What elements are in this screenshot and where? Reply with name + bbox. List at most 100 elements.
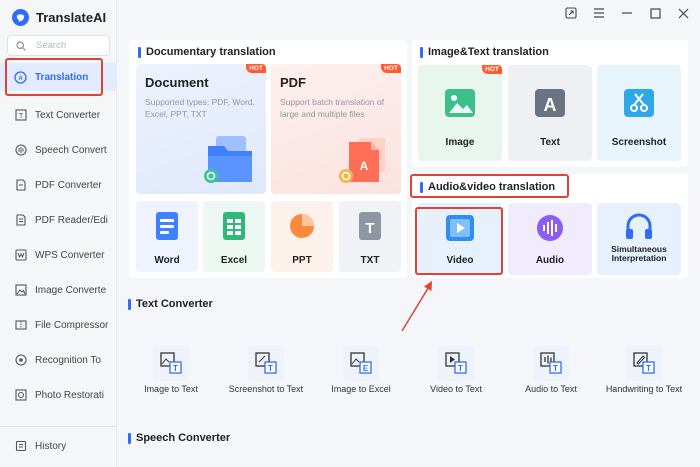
pdf-card[interactable]: HOT PDF Support batch translation of lar… [271, 64, 401, 194]
sidebar-item-label: History [35, 440, 67, 452]
screenshot-card[interactable]: Screenshot [597, 65, 681, 161]
app-title: TranslateAI [36, 9, 107, 25]
maximize-icon[interactable] [648, 6, 662, 20]
card-label: TXT [360, 255, 380, 266]
section-title: Documentary translation [138, 46, 276, 58]
tool-image-to-excel[interactable]: E Image to Excel [321, 345, 401, 395]
section-title: Speech Converter [128, 432, 230, 444]
image-to-text-icon: T [153, 345, 189, 381]
sidebar-item-label: Speech Convert [35, 144, 107, 156]
svg-text:T: T [173, 364, 178, 373]
word-card[interactable]: Word [136, 201, 198, 272]
sidebar-item-label: WPS Converter [35, 249, 105, 261]
card-label: PPT [292, 255, 312, 266]
text-card-icon: A [535, 89, 565, 117]
window-controls [564, 6, 690, 20]
tool-label: Image to Text [144, 384, 198, 394]
sidebar-item-label: PDF Reader/Edi [35, 214, 108, 226]
highlight-box [415, 207, 503, 275]
tool-label: Image to Excel [331, 384, 391, 394]
card-label: Image [445, 137, 475, 148]
card-label: Word [154, 255, 180, 266]
document-desc: Supported types: PDF, Word, Excel, PPT, … [145, 97, 255, 119]
compress-icon [14, 319, 27, 332]
svg-text:T: T [365, 220, 374, 237]
image-to-excel-icon: E [343, 345, 379, 381]
speech-icon [14, 144, 27, 157]
text-card[interactable]: A Text [508, 65, 592, 161]
pdf-icon [14, 179, 27, 192]
menu-icon[interactable] [592, 6, 606, 20]
tool-label: Audio to Text [525, 384, 577, 394]
close-icon[interactable] [676, 6, 690, 20]
audio-card[interactable]: Audio [508, 203, 592, 275]
sidebar-item-text-converter[interactable]: T Text Converter [0, 101, 117, 129]
card-label: Audio [535, 255, 565, 266]
document-title: Document [145, 75, 209, 90]
section-title: Text Converter [128, 298, 213, 310]
excel-card[interactable]: Excel [203, 201, 265, 272]
pdf-reader-icon [14, 214, 27, 227]
tool-image-to-text[interactable]: T Image to Text [131, 345, 211, 395]
svg-text:T: T [553, 364, 558, 373]
image-card-icon [445, 89, 475, 117]
tool-audio-to-text[interactable]: T Audio to Text [511, 345, 591, 395]
hot-badge: HOT [381, 64, 401, 73]
minimize-icon[interactable] [620, 6, 634, 20]
pdf-desc: Support batch translation of large and m… [280, 97, 384, 119]
audio-icon [537, 215, 563, 241]
sidebar-item-photo-restoration[interactable]: Photo Restorati [0, 381, 117, 409]
svg-text:T: T [458, 364, 463, 373]
video-to-text-icon: T [438, 345, 474, 381]
svg-text:E: E [363, 364, 369, 373]
sidebar-item-label: PDF Converter [35, 179, 102, 191]
svg-text:T: T [268, 364, 273, 373]
card-label: Simultaneous Interpretation [611, 244, 667, 263]
history-icon [14, 440, 27, 453]
hot-badge: HOT [246, 64, 266, 73]
photo-icon [14, 389, 27, 402]
image-card[interactable]: HOT Image [418, 65, 502, 161]
sidebar-item-pdf-reader[interactable]: PDF Reader/Edi [0, 206, 117, 234]
text-converter-icon: T [14, 109, 27, 122]
handwriting-to-text-icon: T [626, 345, 662, 381]
ppt-icon [290, 214, 314, 238]
pdf-title: PDF [280, 75, 306, 90]
document-card[interactable]: HOT Document Supported types: PDF, Word,… [136, 64, 266, 194]
svg-text:A: A [544, 95, 557, 115]
sidebar-item-label: Photo Restorati [35, 389, 104, 401]
txt-icon: T [359, 212, 381, 240]
sidebar-item-speech-convert[interactable]: Speech Convert [0, 136, 117, 164]
sidebar-item-file-compressor[interactable]: File Compressor [0, 311, 117, 339]
screenshot-icon [624, 89, 654, 117]
image-icon [14, 284, 27, 297]
simultaneous-card[interactable]: Simultaneous Interpretation [597, 203, 681, 275]
card-label: Excel [220, 255, 248, 266]
pin-icon[interactable] [564, 6, 578, 20]
sidebar-item-image-converter[interactable]: Image Converte [0, 276, 117, 304]
sidebar-item-pdf-converter[interactable]: PDF Converter [0, 171, 117, 199]
word-icon [156, 212, 178, 240]
sidebar-item-wps-converter[interactable]: WPS Converter [0, 241, 117, 269]
sidebar-item-recognition[interactable]: Recognition To [0, 346, 117, 374]
highlight-box [5, 58, 103, 96]
sidebar-item-label: Recognition To [35, 354, 101, 366]
tool-label: Handwriting to Text [605, 384, 683, 394]
tool-video-to-text[interactable]: T Video to Text [416, 345, 496, 395]
tool-handwriting-to-text[interactable]: T Handwriting to Text [604, 345, 684, 395]
headphones-icon [626, 213, 652, 239]
ppt-card[interactable]: PPT [271, 201, 333, 272]
svg-text:T: T [18, 113, 23, 120]
recognition-icon [14, 354, 27, 367]
txt-card[interactable]: T TXT [339, 201, 401, 272]
search-input[interactable] [36, 40, 96, 51]
search-icon [16, 40, 26, 51]
tool-label: Video to Text [430, 384, 482, 394]
sidebar-item-history[interactable]: History [0, 432, 117, 460]
folder-icon [204, 136, 252, 183]
divider [0, 426, 117, 427]
tool-screenshot-to-text[interactable]: T Screenshot to Text [226, 345, 306, 395]
svg-text:T: T [646, 364, 651, 373]
search-box[interactable] [7, 35, 110, 56]
app-logo: TranslateAI [12, 8, 106, 26]
